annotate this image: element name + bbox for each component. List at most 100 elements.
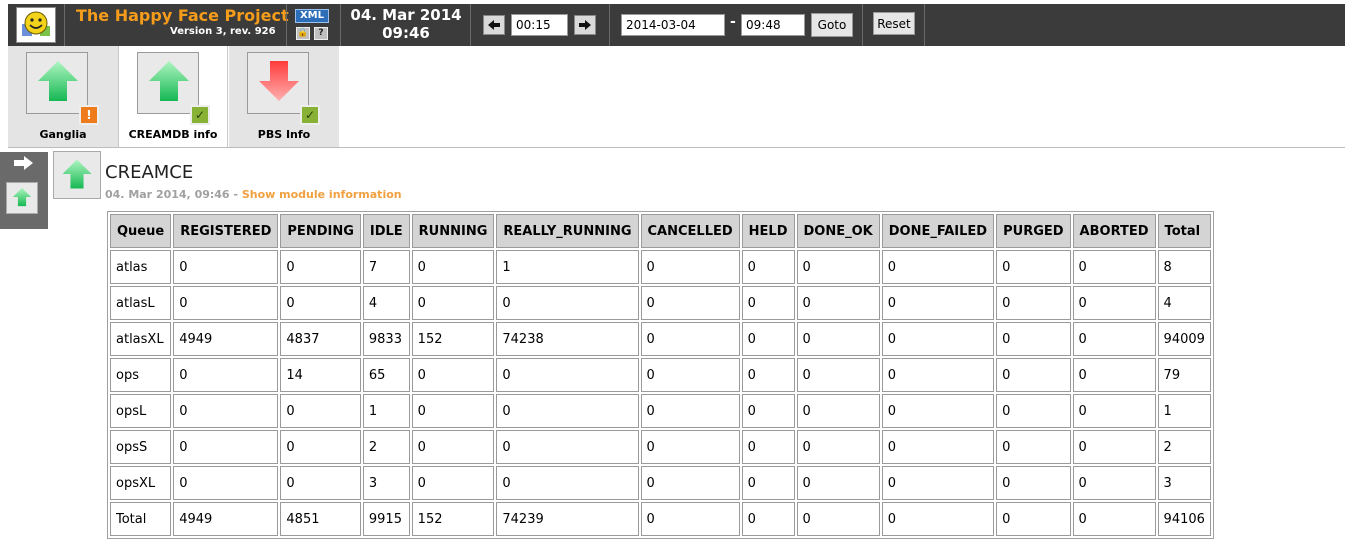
step-forward-button[interactable] — [574, 15, 596, 35]
table-cell: 94009 — [1157, 322, 1211, 356]
table-cell: 4 — [362, 286, 410, 320]
module-timestamp: 04. Mar 2014, 09:46 — [105, 188, 230, 201]
table-cell: 0 — [496, 466, 639, 500]
arrow-up-icon — [149, 61, 189, 101]
table-cell: atlasL — [110, 286, 172, 320]
column-header: REALLY_RUNNING — [496, 214, 639, 248]
table-cell: 94106 — [1157, 502, 1211, 536]
arrow-right-icon — [579, 20, 591, 30]
category-creamdb-info[interactable]: ✓ CREAMDB info — [118, 46, 228, 147]
table-cell: 0 — [411, 358, 495, 392]
table-cell: 0 — [1072, 250, 1156, 284]
table-cell: 0 — [640, 394, 740, 428]
table-cell: 0 — [741, 466, 795, 500]
module-side-panel — [0, 152, 48, 229]
table-cell: 0 — [173, 394, 279, 428]
app-title[interactable]: The Happy Face Project — [76, 6, 289, 25]
divider — [286, 4, 287, 46]
table-cell: 0 — [796, 250, 880, 284]
table-cell: 0 — [796, 430, 880, 464]
subtitle-separator: - — [233, 188, 238, 201]
table-body: atlas 0 0 7 0 1 0 0 0 0 0 0 8 atlasL 0 0 4 0 0 0 0 0 0 0 0 4 atlas… — [110, 250, 1211, 536]
arrow-up-icon — [62, 159, 92, 189]
table-cell: 0 — [881, 430, 995, 464]
table-cell: 1 — [362, 394, 410, 428]
column-header: Queue — [110, 214, 172, 248]
goto-time-input[interactable]: 09:48 — [741, 14, 805, 36]
table-cell: 0 — [411, 430, 495, 464]
module-shortcut[interactable] — [6, 182, 38, 214]
reset-button[interactable]: Reset — [873, 12, 915, 35]
module-status-icon — [53, 151, 101, 199]
top-bar: The Happy Face Project Version 3, rev. 9… — [8, 4, 1345, 46]
table-cell: 0 — [280, 250, 361, 284]
table-cell: 0 — [996, 322, 1071, 356]
table-cell: 0 — [640, 430, 740, 464]
table-cell: 4851 — [280, 502, 361, 536]
table-cell: 0 — [496, 358, 639, 392]
xml-button[interactable]: XML — [295, 9, 329, 23]
version-label: Version 3, rev. 926 — [170, 26, 276, 37]
table-cell: 0 — [1072, 358, 1156, 392]
table-cell: 0 — [881, 250, 995, 284]
table-cell: 0 — [496, 430, 639, 464]
table-row: opsL 0 0 1 0 0 0 0 0 0 0 0 1 — [110, 394, 1211, 428]
column-header: IDLE — [362, 214, 410, 248]
table-cell: 0 — [496, 394, 639, 428]
table-cell: 0 — [640, 322, 740, 356]
arrow-up-icon — [12, 187, 32, 207]
table-cell: 0 — [996, 502, 1071, 536]
category-pbs-info[interactable]: ✓ PBS Info — [229, 46, 339, 147]
category-label: PBS Info — [257, 128, 311, 141]
category-ganglia[interactable]: ! Ganglia — [8, 46, 118, 147]
table-cell: 0 — [173, 466, 279, 500]
table-cell: 0 — [496, 286, 639, 320]
table-cell: 0 — [411, 394, 495, 428]
warning-icon: ! — [79, 105, 99, 125]
column-header: ABORTED — [1072, 214, 1156, 248]
table-cell: 0 — [411, 466, 495, 500]
happy-face-logo[interactable] — [16, 7, 56, 43]
category-bar: ! Ganglia ✓ CREAMDB info ✓ PBS Info — [8, 46, 1345, 148]
table-cell: 0 — [411, 286, 495, 320]
arrow-left-icon — [488, 20, 500, 30]
check-icon: ✓ — [190, 105, 210, 125]
table-cell: 0 — [881, 286, 995, 320]
table-cell: 4837 — [280, 322, 361, 356]
table-cell: 7 — [362, 250, 410, 284]
table-cell: atlasXL — [110, 322, 172, 356]
divider — [64, 4, 65, 46]
table-cell: 3 — [362, 466, 410, 500]
show-module-info-link[interactable]: Show module information — [242, 188, 402, 201]
table-cell: 0 — [1072, 286, 1156, 320]
table-cell: 0 — [640, 502, 740, 536]
table-cell: 0 — [640, 358, 740, 392]
category-status-icon: ✓ — [247, 52, 320, 125]
lock-icon[interactable]: 🔒 — [296, 27, 310, 40]
table-cell: 0 — [1072, 430, 1156, 464]
category-status-icon: ! — [26, 52, 99, 125]
arrow-down-icon — [259, 61, 299, 101]
help-icon[interactable]: ? — [314, 27, 328, 40]
table-cell: 74239 — [496, 502, 639, 536]
table-row: Total 4949 4851 9915 152 74239 0 0 0 0 0 0 94106 — [110, 502, 1211, 536]
table-cell: 0 — [881, 466, 995, 500]
expand-arrow-icon[interactable] — [12, 156, 34, 170]
step-interval-input[interactable]: 00:15 — [511, 14, 568, 36]
table-cell: opsS — [110, 430, 172, 464]
table-cell: 0 — [280, 466, 361, 500]
goto-date-input[interactable]: 2014-03-04 — [621, 14, 725, 36]
table-cell: 0 — [796, 322, 880, 356]
date-time-separator: - — [730, 14, 736, 30]
table-cell: 2 — [1157, 430, 1211, 464]
table-cell: 1 — [496, 250, 639, 284]
arrow-up-icon — [38, 61, 78, 101]
table-cell: 0 — [796, 466, 880, 500]
table-cell: 65 — [362, 358, 410, 392]
current-date: 04. Mar 2014 — [350, 6, 462, 24]
table-cell: opsL — [110, 394, 172, 428]
column-header: PURGED — [996, 214, 1071, 248]
step-back-button[interactable] — [483, 15, 505, 35]
table-cell: 0 — [640, 250, 740, 284]
goto-button[interactable]: Goto — [811, 13, 853, 37]
